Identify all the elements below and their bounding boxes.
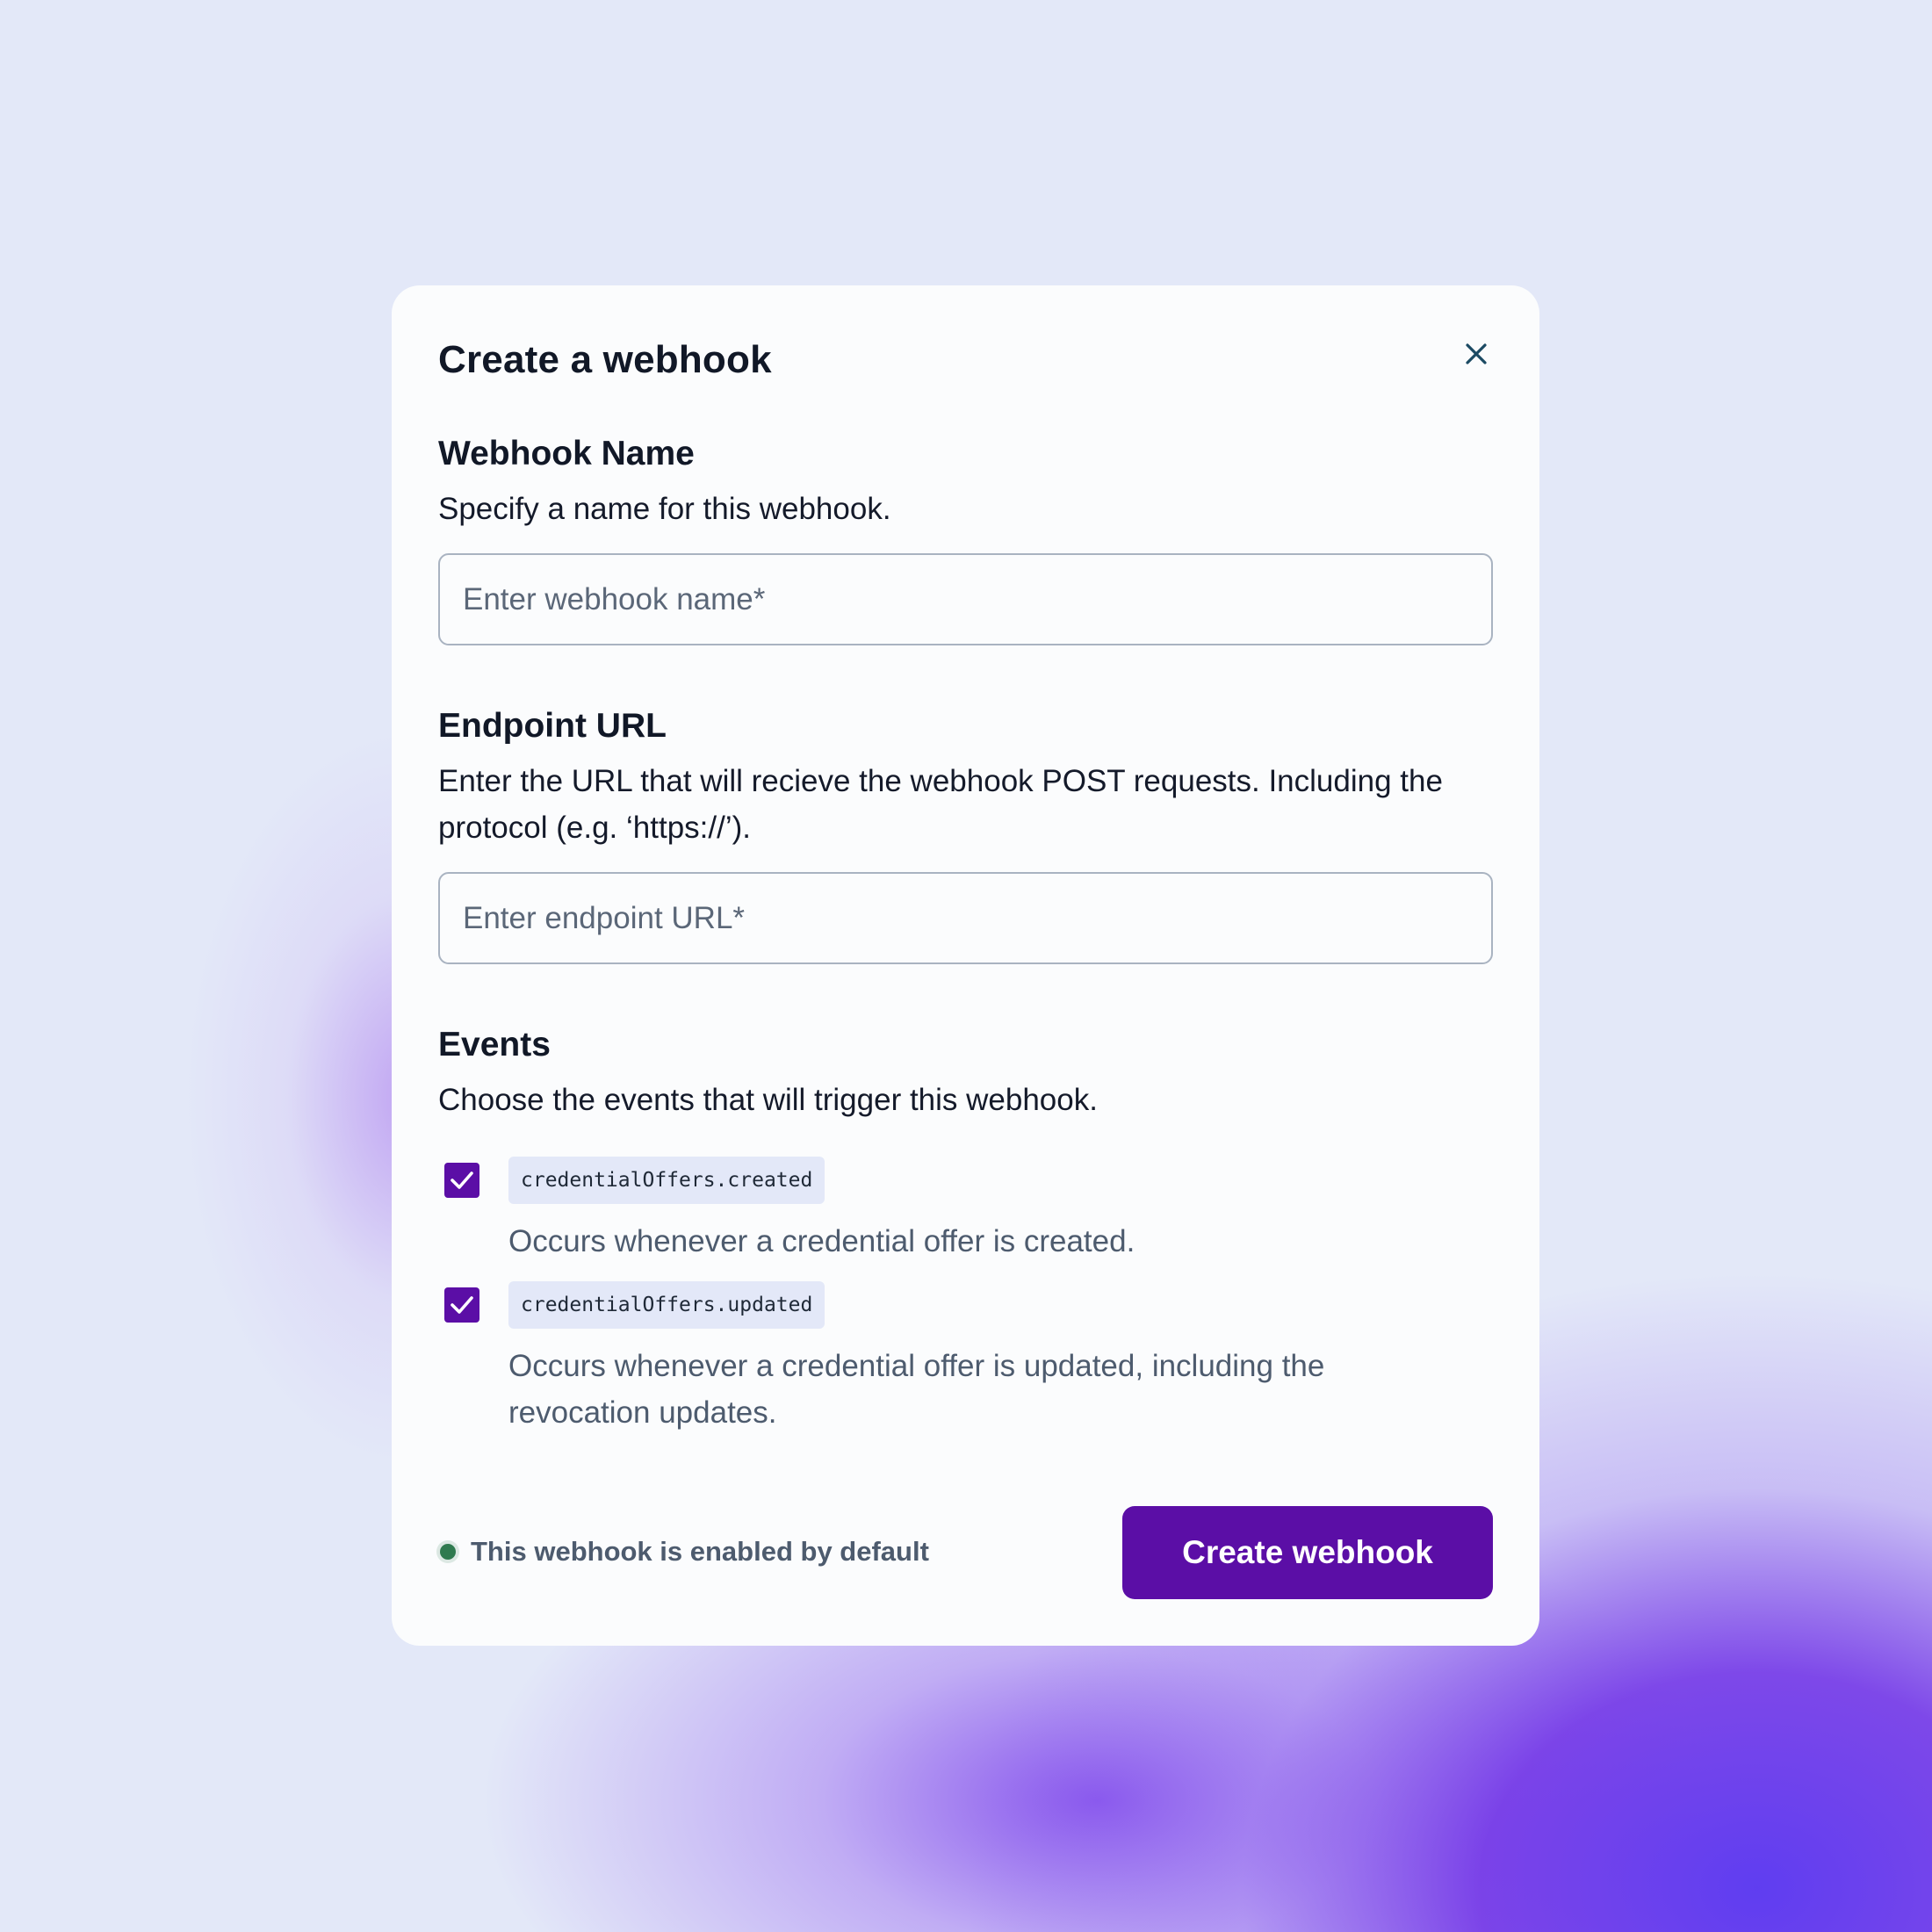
- webhook-name-input[interactable]: [438, 553, 1493, 645]
- enabled-status: This webhook is enabled by default: [438, 1536, 929, 1568]
- event-code-created: credentialOffers.created: [508, 1157, 825, 1204]
- webhook-name-section: Webhook Name Specify a name for this web…: [438, 435, 1493, 645]
- checkmark-icon: [451, 1296, 473, 1314]
- create-webhook-button[interactable]: Create webhook: [1122, 1506, 1493, 1599]
- create-webhook-dialog: Create a webhook Webhook Name Specify a …: [392, 285, 1539, 1646]
- endpoint-url-input[interactable]: [438, 872, 1493, 964]
- event-checkbox-updated[interactable]: [444, 1287, 479, 1323]
- close-button[interactable]: [1459, 336, 1494, 371]
- events-description: Choose the events that will trigger this…: [438, 1083, 1098, 1117]
- status-text: This webhook is enabled by default: [471, 1536, 929, 1567]
- events-heading: Events: [438, 1026, 551, 1063]
- event-description-created: Occurs whenever a credential offer is cr…: [508, 1224, 1135, 1258]
- endpoint-url-section: Endpoint URL Enter the URL that will rec…: [438, 707, 1493, 964]
- dialog-title: Create a webhook: [438, 338, 772, 381]
- webhook-name-heading: Webhook Name: [438, 435, 695, 472]
- checkmark-icon: [451, 1171, 473, 1189]
- events-section: Events Choose the events that will trigg…: [438, 1026, 1493, 1123]
- event-checkbox-created[interactable]: [444, 1163, 479, 1198]
- event-description-updated: Occurs whenever a credential offer is up…: [508, 1349, 1325, 1430]
- endpoint-url-description: Enter the URL that will recieve the webh…: [438, 764, 1443, 845]
- endpoint-url-heading: Endpoint URL: [438, 707, 667, 745]
- close-icon: [1466, 343, 1487, 364]
- webhook-name-description: Specify a name for this webhook.: [438, 492, 891, 526]
- status-dot-icon: [440, 1544, 456, 1560]
- event-code-updated: credentialOffers.updated: [508, 1281, 825, 1329]
